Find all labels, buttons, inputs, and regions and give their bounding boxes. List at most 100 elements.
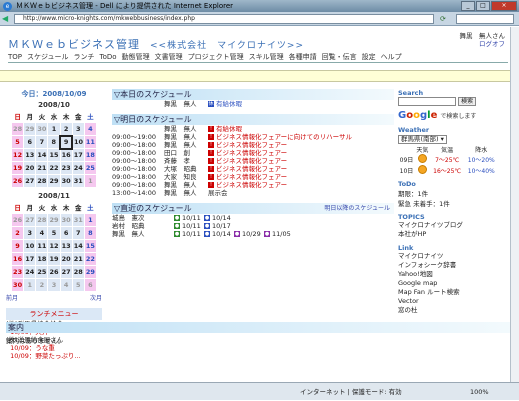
calendar-day[interactable]: 15 bbox=[47, 148, 61, 162]
calendar-day[interactable]: 31 bbox=[71, 174, 85, 188]
external-link[interactable]: Yahoo!地図 bbox=[398, 270, 512, 279]
recent-row[interactable]: 城島 憲次 ● 10/11 ● 10/14 bbox=[112, 214, 394, 222]
schedule-event[interactable]: ! ビジネス情報化フェアー bbox=[208, 157, 287, 165]
calendar-day[interactable]: 6 bbox=[59, 226, 73, 240]
calendar-day[interactable]: 5 bbox=[71, 278, 85, 292]
schedule-event[interactable]: ! ビジネス情報化フェアー bbox=[208, 149, 287, 157]
calendar-day[interactable]: 5 bbox=[47, 226, 61, 240]
calendar-day[interactable]: 4 bbox=[59, 278, 73, 292]
calendar-day[interactable]: 3 bbox=[71, 122, 85, 136]
recent-item[interactable]: ● 10/14 bbox=[204, 214, 234, 222]
nav-item-2[interactable]: ランチ bbox=[74, 53, 95, 61]
schedule-event[interactable]: ! ビジネス情報化フェアー bbox=[208, 141, 287, 149]
calendar-day[interactable]: 5 bbox=[10, 135, 25, 149]
vertical-scrollbar[interactable] bbox=[510, 27, 519, 382]
refresh-icon[interactable]: ⟳ bbox=[440, 14, 452, 24]
calendar-day[interactable]: 21 bbox=[71, 252, 85, 266]
logout-link[interactable]: ログオフ bbox=[460, 40, 505, 48]
recent-item[interactable]: ● 10/17 bbox=[204, 222, 234, 230]
calendar-day[interactable]: 13 bbox=[59, 239, 73, 253]
calendar-day[interactable]: 22 bbox=[83, 252, 98, 266]
calendar-day[interactable]: 8 bbox=[83, 226, 98, 240]
back-icon[interactable]: ◀ bbox=[2, 14, 8, 23]
calendar-day[interactable]: 26 bbox=[47, 265, 61, 279]
browser-search-input[interactable] bbox=[456, 14, 514, 24]
calendar-day[interactable]: 25 bbox=[35, 265, 49, 279]
schedule-event[interactable]: ! ビジネス情報化フェアー bbox=[208, 181, 287, 189]
calendar-day[interactable]: 29 bbox=[23, 122, 37, 136]
lunch-item[interactable]: 10/09：野菜たっぷり... bbox=[6, 352, 102, 360]
calendar-day[interactable]: 28 bbox=[10, 122, 25, 136]
calendar-day[interactable]: 31 bbox=[71, 213, 85, 227]
calendar-day[interactable]: 20 bbox=[59, 252, 73, 266]
calendar-day[interactable]: 1 bbox=[83, 174, 98, 188]
schedule-row[interactable]: 09:00〜19:00 舞黒 無人! ビジネス情報化フェアーに向けてのリハーサル bbox=[112, 133, 394, 141]
schedule-row[interactable]: 09:00〜18:00 大塚 昭典! ビジネス情報化フェアー bbox=[112, 165, 394, 173]
calendar-day[interactable]: 23 bbox=[59, 161, 73, 175]
schedule-row[interactable]: 舞黒 無人 休有給休暇 bbox=[112, 100, 394, 108]
recent-item[interactable]: ● 10/11 bbox=[174, 222, 204, 230]
calendar-day[interactable]: 6 bbox=[83, 278, 98, 292]
nav-item-0[interactable]: TOP bbox=[8, 53, 22, 61]
calendar-day[interactable]: 30 bbox=[10, 278, 25, 292]
url-input[interactable]: http://www.micro-knights.com/mkwebbusine… bbox=[14, 14, 434, 24]
maximize-button[interactable]: □ bbox=[476, 1, 490, 11]
schedule-row[interactable]: 13:00〜14:00 舞黒 無人 展示会 bbox=[112, 189, 394, 197]
prev-month-link[interactable]: 前月 bbox=[6, 293, 18, 302]
calendar-day[interactable]: 9 bbox=[59, 134, 74, 150]
schedule-event[interactable]: ! ビジネス情報化フェアーに向けてのリハーサル bbox=[208, 133, 352, 141]
calendar-day[interactable]: 8 bbox=[47, 135, 61, 149]
schedule-row[interactable]: 舞黒 無人! 有給休暇 bbox=[112, 125, 394, 133]
minimize-button[interactable]: _ bbox=[461, 1, 475, 11]
calendar-day[interactable]: 12 bbox=[47, 239, 61, 253]
calendar-day[interactable]: 17 bbox=[71, 148, 85, 162]
nav-item-5[interactable]: 文書管理 bbox=[155, 53, 183, 61]
calendar-day[interactable]: 7 bbox=[71, 226, 85, 240]
nav-item-6[interactable]: プロジェクト管理 bbox=[188, 53, 244, 61]
schedule-event[interactable]: ! ビジネス情報化フェアー bbox=[208, 165, 287, 173]
calendar-day[interactable]: 26 bbox=[10, 174, 25, 188]
schedule-event[interactable]: ! ビジネス情報化フェアー bbox=[208, 173, 287, 181]
calendar-day[interactable]: 19 bbox=[10, 161, 25, 175]
calendar-day[interactable]: 4 bbox=[83, 122, 98, 136]
external-link[interactable]: Vector bbox=[398, 297, 512, 306]
calendar-day[interactable]: 12 bbox=[10, 148, 25, 162]
site-search-button[interactable]: 検索 bbox=[458, 97, 477, 106]
external-link[interactable]: マイクロナイツ bbox=[398, 252, 512, 261]
schedule-event[interactable]: ! 有給休暇 bbox=[208, 125, 242, 133]
recent-item[interactable]: ● 10/14 bbox=[204, 230, 234, 238]
recent-item[interactable]: ● 11/05 bbox=[264, 230, 294, 238]
topic-link[interactable]: 本社がHP bbox=[398, 230, 512, 239]
todo-urgent[interactable]: 緊急 未着手：1件 bbox=[398, 198, 512, 208]
nav-item-4[interactable]: 動態管理 bbox=[122, 53, 150, 61]
todo-deadline[interactable]: 期限：1件 bbox=[398, 188, 512, 198]
calendar-day[interactable]: 3 bbox=[23, 226, 37, 240]
calendar-day[interactable]: 14 bbox=[71, 239, 85, 253]
nav-item-11[interactable]: ヘルプ bbox=[381, 53, 402, 61]
calendar-day[interactable]: 13 bbox=[23, 148, 37, 162]
calendar-day[interactable]: 1 bbox=[47, 122, 61, 136]
calendar-day[interactable]: 11 bbox=[83, 135, 98, 149]
nav-item-7[interactable]: スキル管理 bbox=[249, 53, 284, 61]
calendar-day[interactable]: 17 bbox=[23, 252, 37, 266]
calendar-day[interactable]: 14 bbox=[35, 148, 49, 162]
schedule-row[interactable]: 09:00〜18:00 舞黒 無人! ビジネス情報化フェアー bbox=[112, 181, 394, 189]
calendar-day[interactable]: 29 bbox=[83, 265, 98, 279]
calendar-day[interactable]: 21 bbox=[35, 161, 49, 175]
calendar-day[interactable]: 29 bbox=[47, 213, 61, 227]
calendar-day[interactable]: 3 bbox=[47, 278, 61, 292]
calendar-day[interactable]: 2 bbox=[35, 278, 49, 292]
schedule-row[interactable]: 09:00〜18:00 斉藤 孝! ビジネス情報化フェアー bbox=[112, 157, 394, 165]
schedule-row[interactable]: 09:00〜18:00 舞黒 無人! ビジネス情報化フェアー bbox=[112, 141, 394, 149]
site-search-input[interactable] bbox=[398, 97, 456, 106]
more-schedule-link[interactable]: 明日以降のスケジュール bbox=[324, 203, 390, 214]
calendar-day[interactable]: 30 bbox=[35, 122, 49, 136]
calendar-day[interactable]: 16 bbox=[10, 252, 25, 266]
calendar-day[interactable]: 19 bbox=[47, 252, 61, 266]
calendar-day[interactable]: 1 bbox=[23, 278, 37, 292]
calendar-day[interactable]: 20 bbox=[23, 161, 37, 175]
calendar-day[interactable]: 24 bbox=[23, 265, 37, 279]
external-link[interactable]: Google map bbox=[398, 279, 512, 288]
calendar-day[interactable]: 27 bbox=[23, 213, 37, 227]
external-link[interactable]: 窓の杜 bbox=[398, 306, 512, 315]
